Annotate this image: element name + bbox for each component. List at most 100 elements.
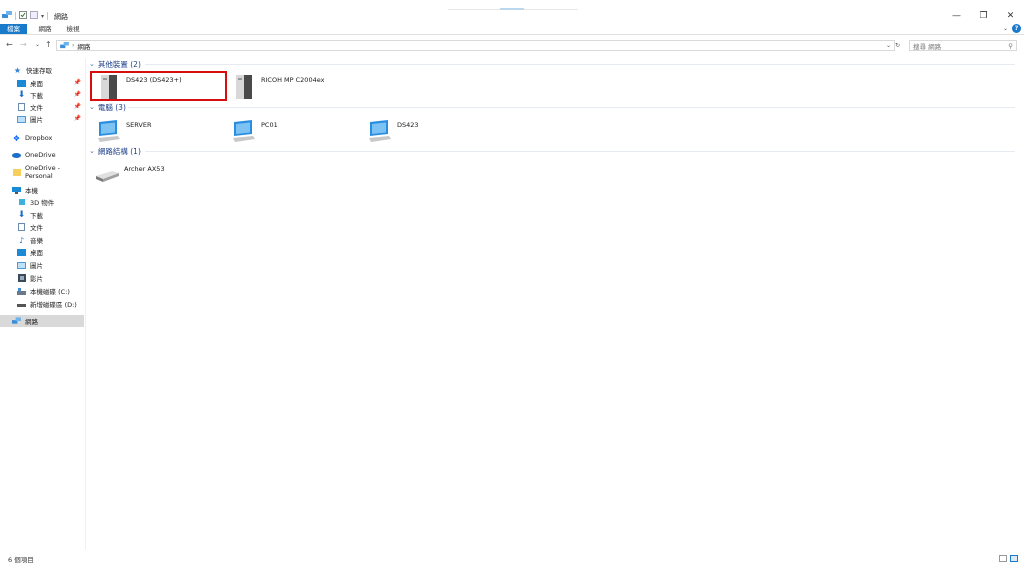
- nav-dropbox[interactable]: ❖ Dropbox: [0, 132, 84, 144]
- computer-tile-server[interactable]: SERVER: [96, 118, 151, 148]
- expand-ribbon-icon[interactable]: ⌄: [1003, 25, 1008, 32]
- nav-desktop[interactable]: 桌面 📌: [0, 77, 84, 89]
- pictures-icon: [17, 261, 26, 269]
- download-icon: ⬇: [17, 90, 26, 100]
- group-header-computers[interactable]: ⌄ 電腦 (3): [89, 102, 126, 112]
- nav-label: 下載: [30, 212, 43, 220]
- group-title: 其他裝置 (2): [97, 59, 141, 69]
- group-header-network-infrastructure[interactable]: ⌄ 網路結構 (1): [89, 146, 141, 156]
- network-icon[interactable]: [2, 11, 12, 21]
- nav-label: 網路: [25, 318, 38, 326]
- router-tile-archer-ax53[interactable]: Archer AX53: [94, 162, 165, 192]
- desktop-icon: [17, 79, 26, 87]
- network-icon: [60, 42, 69, 49]
- nav-onedrive-personal[interactable]: OneDrive - Personal: [0, 164, 84, 180]
- breadcrumb[interactable]: 網路: [77, 41, 90, 51]
- search-input[interactable]: 搜尋 網路: [913, 41, 941, 51]
- help-icon[interactable]: ?: [1012, 24, 1021, 33]
- nav-label: 本機磁碟 (C:): [30, 288, 70, 296]
- computer-icon: [12, 186, 21, 194]
- nav-label: 3D 物件: [30, 199, 55, 207]
- nav-quick-access[interactable]: ★ 快速存取: [0, 64, 84, 76]
- nav-pc-desktop[interactable]: 桌面: [0, 246, 84, 258]
- tile-label: DS423: [397, 121, 419, 129]
- title-bar: ▾ 網路 — ❐ ✕: [0, 0, 1024, 24]
- group-divider: [145, 64, 1015, 65]
- video-icon: [17, 274, 26, 282]
- pin-icon[interactable]: 📌: [74, 79, 81, 86]
- nav-pc-pictures[interactable]: 圖片: [0, 259, 84, 271]
- nav-pc-documents[interactable]: 文件: [0, 221, 84, 233]
- search-box[interactable]: 搜尋 網路 ⚲: [909, 40, 1017, 51]
- new-folder-icon[interactable]: [30, 11, 38, 21]
- customize-toolbar-icon[interactable]: ▾: [41, 13, 44, 20]
- nav-label: 圖片: [30, 262, 43, 270]
- folder-icon: [12, 168, 21, 176]
- pane-divider[interactable]: [85, 58, 86, 550]
- nav-documents[interactable]: 文件 📌: [0, 101, 84, 113]
- pin-icon[interactable]: 📌: [74, 91, 81, 98]
- tiles-view-icon[interactable]: [1010, 555, 1018, 562]
- nav-label: 圖片: [30, 116, 43, 124]
- nav-pictures[interactable]: 圖片 📌: [0, 113, 84, 125]
- computer-tile-pc01[interactable]: PC01: [231, 118, 278, 148]
- nav-label: 桌面: [30, 80, 43, 88]
- back-arrow-icon[interactable]: ←: [6, 40, 13, 49]
- dropbox-icon: ❖: [12, 133, 21, 143]
- nav-downloads[interactable]: ⬇ 下載 📌: [0, 89, 84, 101]
- pin-icon[interactable]: 📌: [74, 103, 81, 110]
- address-dropdown-icon[interactable]: ⌄: [886, 42, 891, 49]
- close-button[interactable]: ✕: [997, 6, 1024, 26]
- up-arrow-icon[interactable]: ↑: [45, 40, 52, 49]
- toolbar-separator: [15, 12, 16, 20]
- computer-icon: [233, 120, 255, 142]
- music-icon: ♪: [18, 235, 25, 245]
- nav-onedrive[interactable]: OneDrive: [0, 149, 84, 161]
- tab-view[interactable]: 檢視: [60, 24, 86, 34]
- group-title: 網路結構 (1): [97, 146, 141, 156]
- details-view-icon[interactable]: [999, 555, 1007, 562]
- toolbar-separator: [47, 12, 49, 20]
- address-controls: ⌄ ↻: [886, 42, 900, 49]
- refresh-icon[interactable]: ↻: [895, 42, 900, 49]
- group-title: 電腦 (3): [97, 102, 126, 112]
- router-icon: [96, 171, 119, 182]
- recent-locations-icon[interactable]: ⌄: [35, 41, 40, 48]
- star-icon: ★: [13, 65, 22, 75]
- nav-music[interactable]: ♪ 音樂: [0, 234, 84, 246]
- address-bar[interactable]: › 網路: [56, 40, 895, 51]
- computer-tile-ds423[interactable]: DS423: [367, 118, 419, 148]
- title-decoration: [448, 8, 578, 10]
- group-divider: [128, 107, 1015, 108]
- item-count: 6 個項目: [8, 556, 34, 564]
- pin-icon[interactable]: 📌: [74, 115, 81, 122]
- forward-arrow-icon[interactable]: →: [20, 40, 27, 49]
- tile-label: RICOH MP C2004ex: [261, 76, 325, 84]
- tab-network[interactable]: 網路: [32, 24, 58, 34]
- printer-device-icon: [236, 75, 252, 99]
- nav-this-pc[interactable]: 本機: [0, 184, 84, 196]
- maximize-button[interactable]: ❐: [970, 6, 997, 26]
- group-header-other-devices[interactable]: ⌄ 其他裝置 (2): [89, 59, 141, 69]
- computer-icon: [369, 120, 391, 142]
- tab-file[interactable]: 檔案: [0, 24, 27, 34]
- device-tile-ricoh-printer[interactable]: RICOH MP C2004ex: [231, 73, 324, 103]
- nav-label: 本機: [25, 187, 38, 195]
- nav-network[interactable]: 網路: [0, 315, 84, 327]
- chevron-down-icon: ⌄: [89, 60, 95, 68]
- breadcrumb-chevron-icon: ›: [72, 42, 75, 49]
- pictures-icon: [17, 115, 26, 123]
- nav-label: OneDrive - Personal: [25, 164, 60, 180]
- nav-drive-c[interactable]: 本機磁碟 (C:): [0, 285, 84, 297]
- network-icon: [12, 317, 21, 325]
- nav-label: 快速存取: [26, 67, 52, 75]
- nav-label: 文件: [30, 224, 43, 232]
- minimize-button[interactable]: —: [943, 6, 970, 26]
- properties-icon[interactable]: [19, 11, 27, 21]
- nav-pc-downloads[interactable]: ⬇ 下載: [0, 209, 84, 221]
- document-icon: [17, 223, 26, 231]
- nav-videos[interactable]: 影片: [0, 272, 84, 284]
- nav-drive-d[interactable]: 新增磁碟區 (D:): [0, 298, 84, 310]
- ribbon: 檔案 網路 檢視 ⌄ ?: [0, 24, 1024, 35]
- nav-3d-objects[interactable]: 3D 物件: [0, 196, 84, 208]
